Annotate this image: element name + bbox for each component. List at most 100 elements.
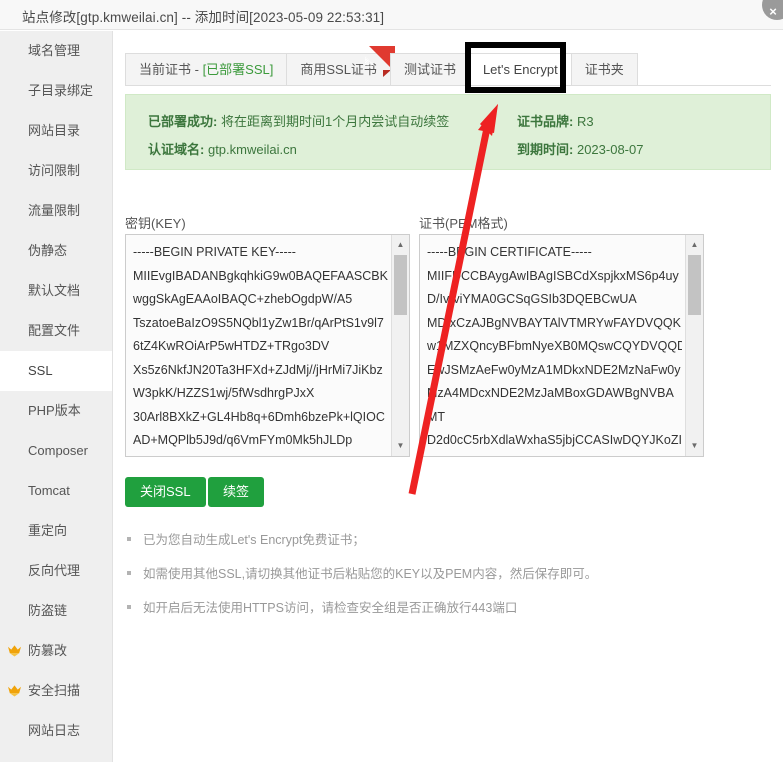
sidebar-item-16[interactable]: 安全扫描 <box>0 671 112 711</box>
sidebar-item-9[interactable]: PHP版本 <box>0 391 112 431</box>
sidebar-item-label: 伪静态 <box>28 243 68 258</box>
sidebar-item-label: Composer <box>28 443 88 458</box>
domain-row: 认证域名: gtp.kmweilai.cn <box>148 139 297 158</box>
notes-list: 已为您自动生成Let's Encrypt免费证书； 如需使用其他SSL,请切换其他… <box>125 531 765 633</box>
brand-row: 证书品牌: R3 <box>517 111 594 130</box>
domain-value: gtp.kmweilai.cn <box>207 142 297 157</box>
note-text: 如开启后无法使用HTTPS访问，请检查安全组是否正确放行443端口 <box>143 601 518 615</box>
bullet-icon <box>127 605 131 609</box>
pem-scrollbar[interactable]: ▲ ▼ <box>685 235 703 456</box>
scroll-down-icon[interactable]: ▼ <box>392 438 409 454</box>
sidebar-item-label: PHP版本 <box>28 403 81 418</box>
sidebar-item-8[interactable]: SSL <box>0 351 112 391</box>
sidebar-item-label: 网站日志 <box>28 723 81 738</box>
sidebar-item-7[interactable]: 配置文件 <box>0 311 112 351</box>
sidebar-item-label: 安全扫描 <box>28 683 81 698</box>
deploy-status-row: 已部署成功: 将在距离到期时间1个月内尝试自动续签 <box>148 111 449 130</box>
key-line: ls1EtdvxsDkAebMLSv9DWFpXSY72B/cTJKWU <box>133 453 388 457</box>
close-button[interactable]: × <box>762 0 783 20</box>
key-line: TszatoeBaIzO9S5NQbl1yZw1Br/qArPtS1v9l7 <box>133 315 384 330</box>
scrollbar-thumb[interactable] <box>688 255 701 315</box>
expire-value: 2023-08-07 <box>576 142 644 157</box>
expire-row: 到期时间: 2023-08-07 <box>517 139 643 158</box>
sidebar-item-label: Tomcat <box>28 483 70 498</box>
sidebar-item-10[interactable]: Composer <box>0 431 112 471</box>
sidebar-item-17[interactable]: 网站日志 <box>0 711 112 751</box>
sidebar-item-4[interactable]: 流量限制 <box>0 191 112 231</box>
expire-label: 到期时间: <box>517 142 574 157</box>
sidebar-item-1[interactable]: 子目录绑定 <box>0 71 112 111</box>
pem-line: EwJSMzAeFw0yMzA1MDkxNDE2MzNaFw0y <box>427 362 681 377</box>
key-line: MIIEvgIBADANBgkqhkiG9w0BAQEFAASCBKg <box>133 268 388 283</box>
tab-label: 证书夹 <box>584 62 624 77</box>
tab-bar: 当前证书 - [已部署SSL] 商用SSL证书 推荐 测试证书 Let's Encryp… <box>125 46 771 86</box>
sidebar-item-12[interactable]: 重定向 <box>0 511 112 551</box>
sidebar-item-label: 访问限制 <box>28 163 81 178</box>
sidebar: 域名管理子目录绑定网站目录访问限制流量限制伪静态默认文档配置文件 SSL PHP版本… <box>0 31 113 762</box>
close-ssl-button[interactable]: 关闭SSL <box>125 477 206 507</box>
pem-textarea[interactable]: -----BEGIN CERTIFICATE----- MIIFDCCBAygAw… <box>419 234 704 457</box>
sidebar-item-label: 默认文档 <box>28 283 81 298</box>
sidebar-item-label: 防盗链 <box>28 603 68 618</box>
key-line: Xs5z6NkfJN20Ta3HFXd+ZJdMj//jHrMi7JiKbz <box>133 362 383 377</box>
main-content: 当前证书 - [已部署SSL] 商用SSL证书 推荐 测试证书 Let's Encryp… <box>114 31 783 762</box>
key-textarea[interactable]: -----BEGIN PRIVATE KEY----- MIIEvgIBADANB… <box>125 234 410 457</box>
sidebar-item-label: 重定向 <box>28 523 68 538</box>
tab-4[interactable]: 证书夹 <box>570 53 638 85</box>
sidebar-item-14[interactable]: 防盗链 <box>0 591 112 631</box>
sidebar-item-label: 流量限制 <box>28 203 81 218</box>
pem-field-label: 证书(PEM格式) <box>419 216 508 231</box>
brand-value: R3 <box>576 114 594 129</box>
note-item: 如需使用其他SSL,请切换其他证书后粘贴您的KEY以及PEM内容，然后保存即可。 <box>125 565 765 583</box>
key-line: wggSkAgEAAoIBAQC+zhebOgdpW/A5 <box>133 292 353 306</box>
pem-line: vcNAQEBBQADggEPADCCAQoCggEB <box>427 453 682 457</box>
sidebar-item-5[interactable]: 伪静态 <box>0 231 112 271</box>
crown-icon <box>7 684 22 697</box>
sidebar-item-label: 反向代理 <box>28 563 81 578</box>
sidebar-item-13[interactable]: 反向代理 <box>0 551 112 591</box>
scroll-up-icon[interactable]: ▲ <box>392 237 409 253</box>
pem-line: w1MZXQncyBFbmNyeXB0MQswCQYDVQQD <box>427 339 682 353</box>
domain-label: 认证域名: <box>148 142 205 157</box>
scroll-down-icon[interactable]: ▼ <box>686 438 703 454</box>
key-scrollbar[interactable]: ▲ ▼ <box>391 235 409 456</box>
sidebar-item-label: SSL <box>28 363 53 378</box>
tab-3[interactable]: Let's Encrypt <box>468 53 572 85</box>
close-icon: × <box>769 4 777 19</box>
window-title: 站点修改[gtp.kmweilai.cn] -- 添加时间[2023-05-09… <box>22 10 385 25</box>
crown-icon <box>7 644 22 657</box>
key-line: 30Arl8BXkZ+GL4Hb8q+6Dmh6bzePk+lQIOC <box>133 409 385 424</box>
bullet-icon <box>127 537 131 541</box>
tab-label: 商用SSL证书 <box>300 62 377 77</box>
pem-line: MzA4MDcxNDE2MzJaMBoxGDAWBgNVBA <box>427 386 674 400</box>
sidebar-item-3[interactable]: 访问限制 <box>0 151 112 191</box>
sidebar-item-label: 网站目录 <box>28 123 81 138</box>
scrollbar-thumb[interactable] <box>394 255 407 315</box>
tab-1[interactable]: 商用SSL证书 推荐 <box>286 46 395 85</box>
bullet-icon <box>127 571 131 575</box>
tab-label: 当前证书 - <box>139 62 203 77</box>
pem-line: MDIxCzAJBgNVBAYTAlVTMRYwFAYDVQQKE <box>427 315 682 330</box>
note-item: 已为您自动生成Let's Encrypt免费证书； <box>125 531 765 549</box>
key-line: AD+MQPlb5J9d/q6VmFYm0Mk5hJLDp <box>133 433 353 447</box>
pem-line: MIIFDCCBAygAwIBAgISBCdXspjkxMS6p4uy <box>427 268 679 283</box>
ssl-status-panel: 已部署成功: 将在距离到期时间1个月内尝试自动续签 认证域名: gtp.kmwe… <box>125 94 771 170</box>
renew-button[interactable]: 续签 <box>208 477 265 507</box>
sidebar-item-2[interactable]: 网站目录 <box>0 111 112 151</box>
key-line: -----BEGIN PRIVATE KEY----- <box>133 245 296 259</box>
pem-line: D/IvrviYMA0GCSqGSIb3DQEBCwUA <box>427 292 637 306</box>
sidebar-item-6[interactable]: 默认文档 <box>0 271 112 311</box>
note-item: 如开启后无法使用HTTPS访问，请检查安全组是否正确放行443端口 <box>125 599 765 617</box>
sidebar-item-11[interactable]: Tomcat <box>0 471 112 511</box>
window-titlebar: 站点修改[gtp.kmweilai.cn] -- 添加时间[2023-05-09… <box>0 0 783 30</box>
tab-0[interactable]: 当前证书 - [已部署SSL] <box>125 53 288 85</box>
tab-label-status: [已部署SSL] <box>202 62 274 77</box>
sidebar-item-label: 子目录绑定 <box>28 83 94 98</box>
sidebar-item-0[interactable]: 域名管理 <box>0 31 112 71</box>
sidebar-item-15[interactable]: 防篡改 <box>0 631 112 671</box>
scroll-up-icon[interactable]: ▲ <box>686 237 703 253</box>
pem-textarea-content: -----BEGIN CERTIFICATE----- MIIFDCCBAygAw… <box>427 241 682 457</box>
tab-label: 测试证书 <box>403 62 456 77</box>
tab-2[interactable]: 测试证书 <box>389 53 470 85</box>
key-line: W3pkK/HZZS1wj/5fWsdhrgPJxX <box>133 386 315 400</box>
